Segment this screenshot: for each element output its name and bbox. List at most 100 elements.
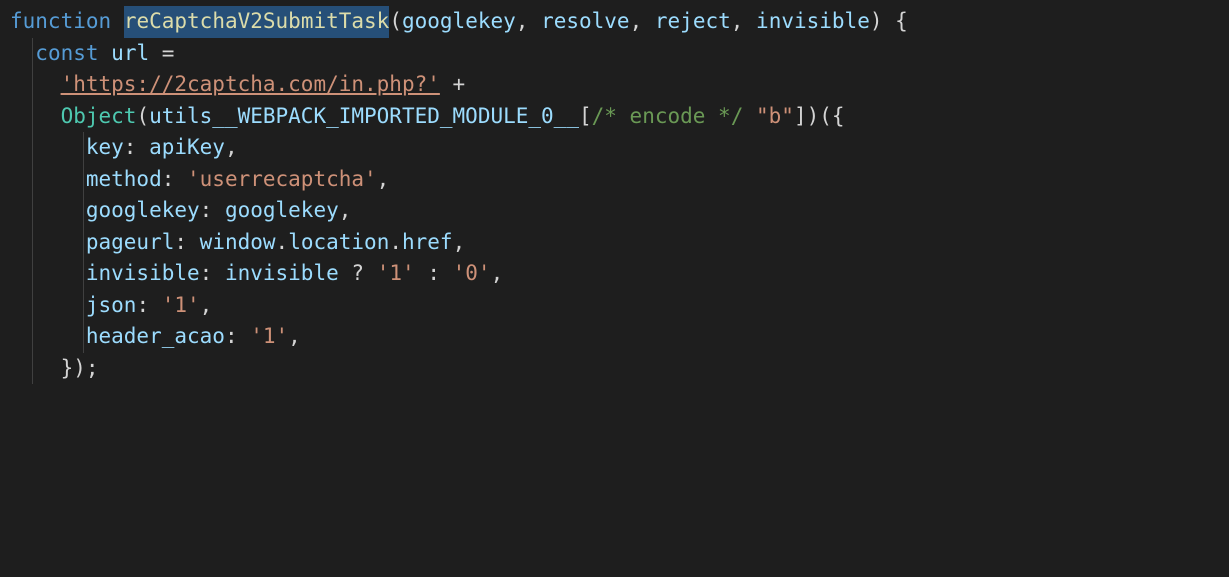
colon: : <box>174 227 199 259</box>
bracket-close: ] <box>794 101 807 133</box>
prop-pageurl: pageurl <box>86 227 175 259</box>
string-1: '1' <box>250 321 288 353</box>
param-googlekey: googlekey <box>402 6 516 38</box>
colon: : <box>136 290 161 322</box>
space <box>440 69 453 101</box>
code-line[interactable]: }); <box>10 353 1229 385</box>
comma: , <box>630 6 655 38</box>
code-line[interactable]: pageurl: window.location.href, <box>10 227 1229 259</box>
value-apikey: apiKey <box>149 132 225 164</box>
prop-invisible: invisible <box>86 258 200 290</box>
paren-open: ( <box>819 101 832 133</box>
colon: : <box>200 258 225 290</box>
indent <box>10 353 61 385</box>
space <box>415 258 428 290</box>
prop-method: method <box>86 164 162 196</box>
colon: : <box>225 321 250 353</box>
paren-close: ) <box>73 353 86 385</box>
param-reject: reject <box>655 6 731 38</box>
comma: , <box>453 227 466 259</box>
indent <box>10 321 86 353</box>
indent <box>10 290 86 322</box>
code-line[interactable]: Object(utils__WEBPACK_IMPORTED_MODULE_0_… <box>10 101 1229 133</box>
code-line[interactable]: key: apiKey, <box>10 132 1229 164</box>
brace-open: { <box>895 6 908 38</box>
paren-close: ) <box>870 6 883 38</box>
operator-ternary-q: ? <box>351 258 364 290</box>
prop-header-acao: header_acao <box>86 321 225 353</box>
indent <box>10 258 86 290</box>
param-invisible: invisible <box>756 6 870 38</box>
indent <box>10 101 61 133</box>
space <box>111 6 124 38</box>
indent <box>10 195 86 227</box>
code-line[interactable]: invisible: invisible ? '1' : '0', <box>10 258 1229 290</box>
semicolon: ; <box>86 353 99 385</box>
paren-open: ( <box>136 101 149 133</box>
builtin-href: href <box>402 227 453 259</box>
space <box>339 258 352 290</box>
space <box>440 258 453 290</box>
dot: . <box>276 227 289 259</box>
function-name: reCaptchaV2SubmitTask <box>124 6 390 38</box>
string-url: 'https://2captcha.com/in.php?' <box>61 69 440 101</box>
comma: , <box>225 132 238 164</box>
comma: , <box>377 164 390 196</box>
dot: . <box>389 227 402 259</box>
code-line[interactable]: function reCaptchaV2SubmitTask(googlekey… <box>10 6 1229 38</box>
code-line[interactable]: method: 'userrecaptcha', <box>10 164 1229 196</box>
space <box>364 258 377 290</box>
brace-close: } <box>61 353 74 385</box>
comma: , <box>339 195 352 227</box>
code-editor[interactable]: function reCaptchaV2SubmitTask(googlekey… <box>0 0 1229 384</box>
value-invisible: invisible <box>225 258 339 290</box>
code-line[interactable]: json: '1', <box>10 290 1229 322</box>
colon: : <box>200 195 225 227</box>
variable-url: url <box>111 38 149 70</box>
comma: , <box>288 321 301 353</box>
colon: : <box>162 164 187 196</box>
comma: , <box>731 6 756 38</box>
comma: , <box>200 290 213 322</box>
prop-json: json <box>86 290 137 322</box>
indent <box>10 132 86 164</box>
builtin-window: window <box>200 227 276 259</box>
prop-googlekey: googlekey <box>86 195 200 227</box>
paren-close: ) <box>807 101 820 133</box>
brace-open: { <box>832 101 845 133</box>
operator-ternary-c: : <box>427 258 440 290</box>
code-line[interactable]: const url = <box>10 38 1229 70</box>
space <box>149 38 162 70</box>
code-line[interactable]: 'https://2captcha.com/in.php?' + <box>10 69 1229 101</box>
indent <box>10 227 86 259</box>
comma: , <box>516 6 541 38</box>
string-0: '0' <box>453 258 491 290</box>
builtin-object: Object <box>61 101 137 133</box>
code-line[interactable]: header_acao: '1', <box>10 321 1229 353</box>
space <box>174 38 187 70</box>
comment-encode: /* encode */ <box>592 101 744 133</box>
keyword-function: function <box>10 6 111 38</box>
string-1: '1' <box>377 258 415 290</box>
space <box>743 101 756 133</box>
string-1: '1' <box>162 290 200 322</box>
indent <box>10 69 61 101</box>
bracket-open: [ <box>579 101 592 133</box>
value-googlekey: googlekey <box>225 195 339 227</box>
string-userrecaptcha: 'userrecaptcha' <box>187 164 377 196</box>
builtin-location: location <box>288 227 389 259</box>
colon: : <box>124 132 149 164</box>
prop-key: key <box>86 132 124 164</box>
space <box>883 6 896 38</box>
keyword-const: const <box>35 38 98 70</box>
operator-eq: = <box>162 38 175 70</box>
code-line[interactable]: googlekey: googlekey, <box>10 195 1229 227</box>
operator-plus: + <box>453 69 466 101</box>
param-resolve: resolve <box>541 6 630 38</box>
paren-open: ( <box>389 6 402 38</box>
comma: , <box>491 258 504 290</box>
indent <box>10 164 86 196</box>
space <box>99 38 112 70</box>
string-b: "b" <box>756 101 794 133</box>
variable-utils: utils__WEBPACK_IMPORTED_MODULE_0__ <box>149 101 579 133</box>
